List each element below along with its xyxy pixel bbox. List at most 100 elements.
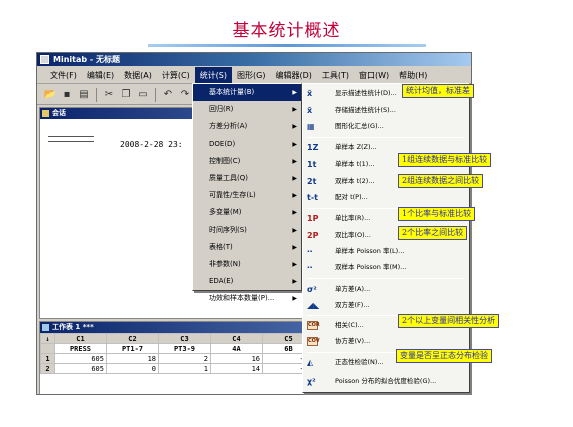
toolbar-divider: [155, 87, 156, 102]
submenu-arrow-icon: ▶: [292, 106, 297, 114]
menu-item-2-variances[interactable]: ◢◣ 双方差(F)...: [303, 298, 469, 313]
menu-divider: [307, 278, 465, 279]
data-cell[interactable]: 0: [106, 363, 159, 374]
menu-item-covariance[interactable]: COV 协方差(V)...: [303, 334, 469, 349]
callout-one-sample-t: 1组连续数据与标准比较: [398, 153, 492, 167]
menu-item-poisson-goodness-of-fit[interactable]: χ² Poisson 分布的拟合优度检验(G)...: [303, 374, 469, 389]
column-name[interactable]: PRESS: [54, 343, 107, 354]
submenu-arrow-icon: ▶: [292, 226, 297, 234]
column-name[interactable]: PT1-7: [106, 343, 159, 354]
menu-graph[interactable]: 图形(G): [232, 67, 270, 83]
one-sample-z-icon: 1Z: [307, 143, 319, 152]
menu-data[interactable]: 数据(A): [119, 67, 157, 83]
data-cell[interactable]: 14: [210, 363, 263, 374]
column-header[interactable]: C3: [158, 333, 211, 344]
session-separator: [48, 136, 94, 142]
menu-item-reliability[interactable]: 可靠性/生存(L) ▶: [193, 187, 301, 204]
callout-two-proportion: 2个比率之间比较: [398, 226, 468, 240]
menu-item-control-charts[interactable]: 控制图(C) ▶: [193, 153, 301, 170]
menu-item-label: 双比率(O)...: [335, 231, 371, 239]
submenu-arrow-icon: ▶: [292, 209, 297, 217]
title-underline: [148, 44, 426, 47]
column-name[interactable]: PT3-9: [158, 343, 211, 354]
row-number[interactable]: 1: [40, 353, 55, 364]
submenu-arrow-icon: ▶: [292, 243, 297, 251]
data-cell[interactable]: 2: [158, 353, 211, 364]
menu-file[interactable]: 文件(F): [45, 67, 82, 83]
data-cell[interactable]: 16: [210, 353, 263, 364]
submenu-arrow-icon: ▶: [292, 174, 297, 182]
menu-editor[interactable]: 编辑器(D): [270, 67, 316, 83]
menu-item-2-sample-poisson[interactable]: ‧‧ 双样本 Poisson 率(M)...: [303, 260, 469, 275]
menu-item-label: DOE(D): [209, 139, 236, 148]
menu-item-power-sample-size[interactable]: 功效和样本数量(P)... ▶: [193, 290, 301, 307]
menu-item-label: 多变量(M): [209, 208, 242, 217]
menu-item-paired-t[interactable]: t-t 配对 t(P)...: [303, 190, 469, 205]
menu-item-tables[interactable]: 表格(T) ▶: [193, 239, 301, 256]
data-cell[interactable]: 605: [54, 353, 107, 364]
menu-item-1-sample-poisson[interactable]: ‧‧ 单样本 Poisson 率(L)...: [303, 244, 469, 259]
menu-item-store-descriptive[interactable]: x̄ 存储描述性统计(S)...: [303, 103, 469, 118]
data-cell[interactable]: 605: [54, 363, 107, 374]
open-icon[interactable]: 📂: [43, 88, 57, 101]
menu-item-quality-tools[interactable]: 质量工具(Q) ▶: [193, 170, 301, 187]
name-row-head: [40, 343, 55, 354]
undo-icon[interactable]: ↶: [161, 88, 175, 101]
callout-correlation: 2个以上变量间相关性分析: [398, 314, 500, 328]
menu-item-anova[interactable]: 方差分析(A) ▶: [193, 118, 301, 135]
menu-item-1-variance[interactable]: σ² 单方差(A)...: [303, 282, 469, 297]
menu-item-multivariate[interactable]: 多变量(M) ▶: [193, 204, 301, 221]
menu-item-eda[interactable]: EDA(E) ▶: [193, 273, 301, 290]
menu-item-label: Poisson 分布的拟合优度检验(G)...: [335, 377, 437, 385]
data-cell[interactable]: 1: [158, 363, 211, 374]
column-header[interactable]: C1: [54, 333, 107, 344]
menu-item-time-series[interactable]: 时间序列(S) ▶: [193, 222, 301, 239]
column-header[interactable]: C2: [106, 333, 159, 344]
callout-descriptive: 统计均值，标准差: [402, 84, 474, 98]
menu-item-label: 质量工具(Q): [209, 173, 248, 182]
menu-calc[interactable]: 计算(C): [157, 67, 195, 83]
redo-icon[interactable]: ↷: [178, 88, 192, 101]
poisson-icon: ‧‧: [307, 247, 313, 256]
submenu-arrow-icon: ▶: [292, 278, 297, 286]
menu-item-nonparametrics[interactable]: 非参数(N) ▶: [193, 256, 301, 273]
paste-icon[interactable]: ▭: [136, 88, 150, 101]
column-name[interactable]: 4A: [210, 343, 263, 354]
menu-item-basic-stats[interactable]: 基本统计量(B) ▶: [193, 84, 301, 102]
paired-t-icon: t-t: [307, 193, 318, 202]
callout-one-proportion: 1个比率与标准比较: [398, 207, 476, 221]
menu-item-graphical-summary[interactable]: ▦ 图形化汇总(G)...: [303, 119, 469, 134]
menu-item-label: 图形化汇总(G)...: [335, 122, 384, 130]
submenu-arrow-icon: ▶: [292, 123, 297, 131]
covariance-icon: COV: [307, 337, 320, 346]
menu-item-label: 非参数(N): [209, 259, 241, 268]
histogram-icon: ▦: [307, 122, 315, 131]
cut-icon[interactable]: ✂: [102, 88, 116, 101]
xbar-icon: x̄: [307, 106, 313, 115]
column-header[interactable]: C4: [210, 333, 263, 344]
copy-icon[interactable]: ❐: [119, 88, 133, 101]
corner-cell[interactable]: ↓: [40, 333, 55, 344]
worksheet-icon: [42, 324, 49, 331]
menu-item-doe[interactable]: DOE(D) ▶: [193, 136, 301, 153]
menu-edit[interactable]: 编辑(E): [82, 67, 119, 83]
window-title: Minitab - 无标题: [53, 55, 120, 64]
menu-item-regression[interactable]: 回归(R) ▶: [193, 101, 301, 118]
menu-item-label: 单样本 Z(Z)...: [335, 143, 377, 151]
menu-help[interactable]: 帮助(H): [394, 67, 432, 83]
callout-two-sample-t: 2组连续数据之间比较: [398, 174, 484, 188]
menu-item-label: 功效和样本数量(P)...: [209, 294, 275, 303]
menu-item-label: 存储描述性统计(S)...: [335, 106, 396, 114]
print-icon[interactable]: ▤: [77, 88, 91, 101]
menu-stat[interactable]: 统计(S): [194, 67, 233, 83]
row-number[interactable]: 2: [40, 363, 55, 374]
correlation-icon: COR: [307, 321, 320, 330]
menu-item-label: 单样本 t(1)...: [335, 160, 375, 168]
one-sample-t-icon: 1t: [307, 160, 317, 169]
window-titlebar[interactable]: Minitab - 无标题: [37, 53, 471, 66]
menu-window[interactable]: 窗口(W): [354, 67, 394, 83]
save-icon[interactable]: ▪: [60, 88, 74, 101]
session-title: 会话: [52, 109, 66, 117]
menu-tools[interactable]: 工具(T): [317, 67, 354, 83]
data-cell[interactable]: 18: [106, 353, 159, 364]
